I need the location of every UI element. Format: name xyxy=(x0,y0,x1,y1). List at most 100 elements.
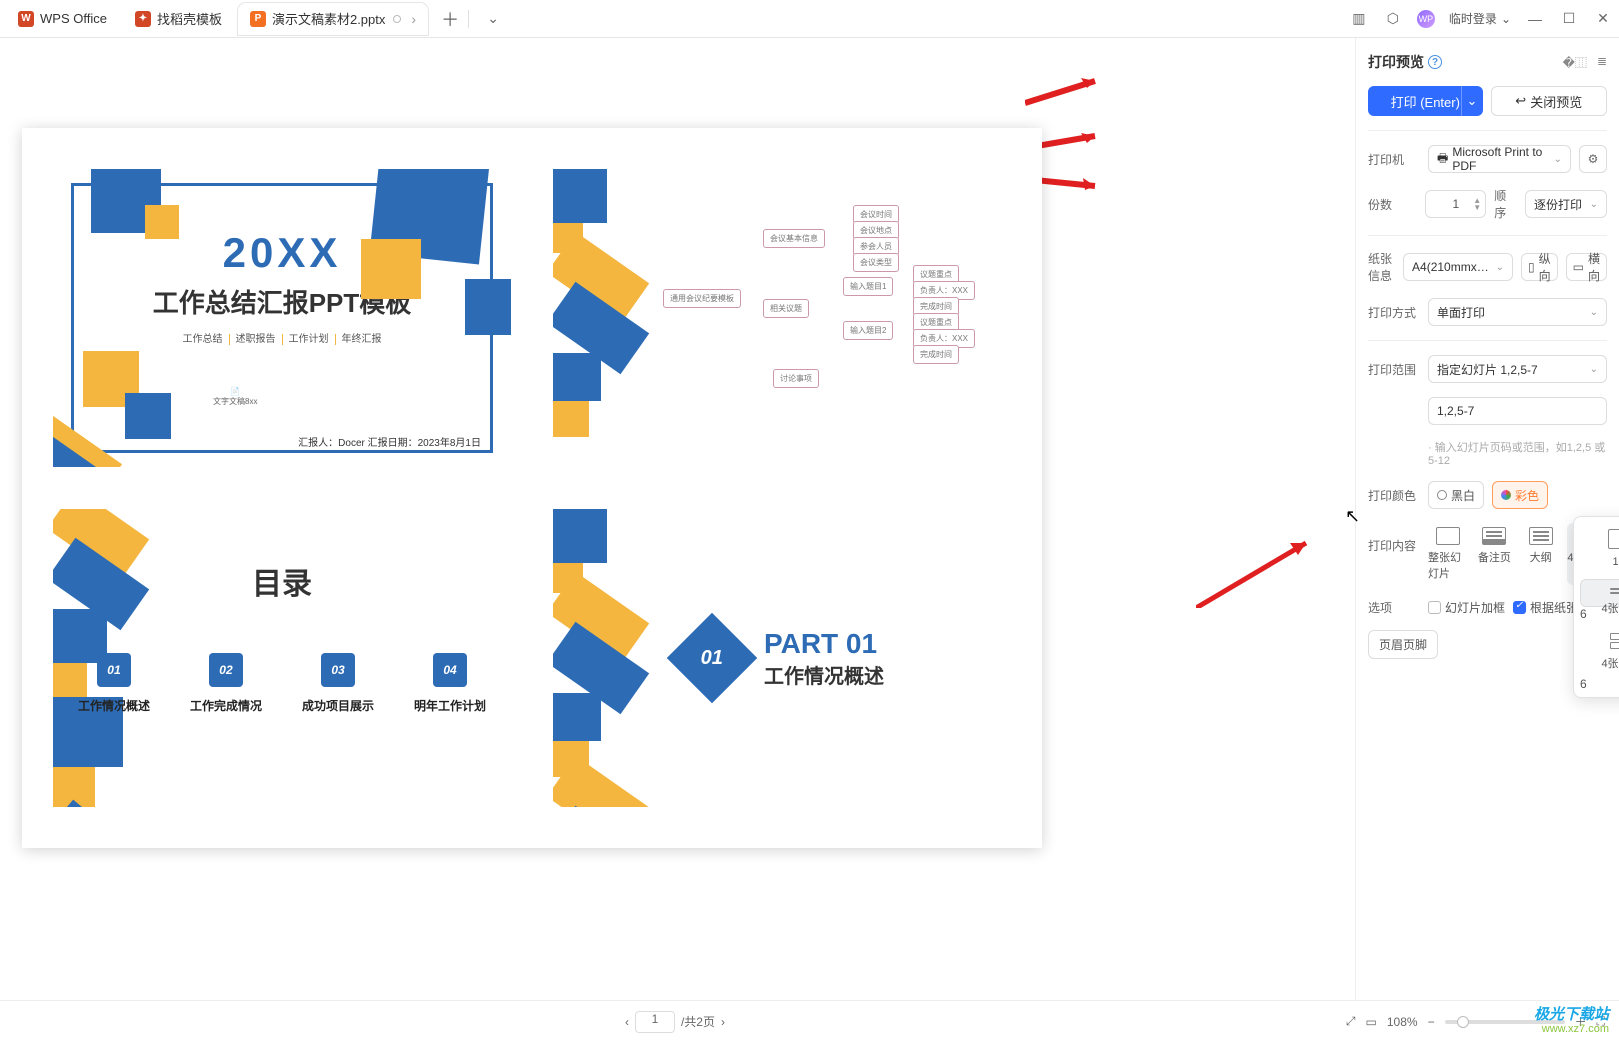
annotation-arrow-1 xyxy=(1025,78,1105,108)
content-opt-full[interactable]: 整张幻灯片 xyxy=(1428,523,1468,585)
handout-4v-side: 6 xyxy=(1580,677,1587,691)
mind-b: 相关议题 xyxy=(763,299,809,318)
fit-width-icon[interactable]: ▭ xyxy=(1366,1015,1377,1029)
order-label: 顺序 xyxy=(1494,187,1517,221)
range-select[interactable]: 指定幻灯片 1,2,5-7⌄ xyxy=(1428,355,1607,383)
content-label: 打印内容 xyxy=(1368,523,1420,554)
collate-select[interactable]: 逐份打印⌄ xyxy=(1525,190,1607,218)
slide4-en: PART 01 xyxy=(764,628,884,660)
help-icon[interactable]: ? xyxy=(1428,55,1442,69)
printer-settings-button[interactable]: ⚙ xyxy=(1579,145,1607,173)
tab-close-icon[interactable]: › xyxy=(411,11,416,27)
content-opt-outline[interactable]: 大纲 xyxy=(1521,523,1561,585)
slide3-title: 目录 xyxy=(53,559,511,603)
slide4-cn: 工作情况概述 xyxy=(764,660,884,689)
print-dropdown-icon[interactable]: ⌄ xyxy=(1461,86,1483,116)
window-minimize-icon[interactable]: — xyxy=(1525,9,1545,29)
spin-down-icon[interactable]: ▼ xyxy=(1473,204,1481,211)
chevron-down-icon: ⌄ xyxy=(1554,154,1562,165)
window-close-icon[interactable]: ✕ xyxy=(1593,9,1613,29)
new-tab-button[interactable]: ＋ xyxy=(438,7,462,31)
login-label: 临时登录 xyxy=(1449,10,1497,27)
mind-a4: 会议类型 xyxy=(853,253,899,272)
close-preview-button[interactable]: ↩ 关闭预览 xyxy=(1491,86,1608,116)
range-input[interactable]: 1,2,5-7 xyxy=(1428,397,1607,425)
reading-layout-icon[interactable]: ▥ xyxy=(1349,9,1369,29)
watermark-title: 极光下载站 xyxy=(1534,1008,1609,1022)
login-button[interactable]: 临时登录 ⌄ xyxy=(1449,10,1511,27)
header-footer-label: 页眉页脚 xyxy=(1379,638,1427,652)
printer-icon: 🖶 xyxy=(1437,149,1448,170)
orientation-portrait[interactable]: ▯纵向 xyxy=(1521,253,1558,281)
tab-app[interactable]: W WPS Office xyxy=(6,3,119,35)
chevron-down-icon: ⌄ xyxy=(1501,12,1511,26)
zoom-out-button[interactable]: − xyxy=(1428,1015,1435,1029)
slide4-num: 01 xyxy=(667,613,758,704)
copies-label: 份数 xyxy=(1368,196,1417,213)
header-footer-button[interactable]: 页眉页脚 xyxy=(1368,630,1438,659)
window-maximize-icon[interactable]: ☐ xyxy=(1559,9,1579,29)
gear-icon: ⚙ xyxy=(1588,152,1599,166)
watermark-url: www.xz7.com xyxy=(1534,1022,1609,1036)
tab-document-label: 演示文稿素材2.pptx xyxy=(272,9,385,28)
mind-b2: 输入题目2 xyxy=(843,321,893,340)
mind-a: 会议基本信息 xyxy=(763,229,825,248)
copies-value: 1 xyxy=(1452,197,1459,211)
landscape-icon: ▭ xyxy=(1573,260,1584,274)
options-label: 选项 xyxy=(1368,599,1420,616)
color-label: 打印颜色 xyxy=(1368,487,1420,504)
slide-2: 通用会议纪要模板 会议基本信息 会议时间 会议地点 参会人员 会议类型 相关议题… xyxy=(552,168,1012,468)
slide1-title: 工作总结汇报PPT模板 xyxy=(53,283,511,320)
handout-layout-popover: 1张 4张水平6 4张垂直6 xyxy=(1573,516,1619,698)
page-navigator: ‹ 1 /共2页 › xyxy=(625,1011,725,1033)
print-button[interactable]: 打印 (Enter) ⌄ xyxy=(1368,86,1483,116)
chevron-down-icon: ⌄ xyxy=(1590,364,1598,375)
color-bw-option[interactable]: 黑白 xyxy=(1428,481,1484,509)
zoom-thumb[interactable] xyxy=(1457,1016,1469,1028)
page-prev-button[interactable]: ‹ xyxy=(625,1015,629,1029)
mind-c: 讨论事项 xyxy=(773,369,819,388)
unsaved-dot-icon xyxy=(393,15,401,23)
tab-menu-button[interactable]: ⌄ xyxy=(481,7,505,31)
mouse-cursor-icon: ↖ xyxy=(1345,506,1360,527)
orientation-landscape[interactable]: ▭横向 xyxy=(1566,253,1607,281)
mind-b2c: 完成时间 xyxy=(913,345,959,364)
mind-root: 通用会议纪要模板 xyxy=(663,289,741,308)
preview-page: 20XX 工作总结汇报PPT模板 工作总结述职报告工作计划年终汇报 📄文字文稿8… xyxy=(22,128,1042,848)
user-avatar-icon[interactable]: WP xyxy=(1417,10,1435,28)
tab-templates[interactable]: ✦ 找稻壳模板 xyxy=(123,3,234,35)
layout-swap-icon[interactable]: �⿲ xyxy=(1563,54,1587,71)
tab-app-label: WPS Office xyxy=(40,11,107,26)
divider xyxy=(468,10,469,28)
mind-b1: 输入题目1 xyxy=(843,277,893,296)
option-slide-frame[interactable]: 幻灯片加框 xyxy=(1428,599,1505,616)
wps-logo-icon: W xyxy=(18,11,34,27)
handout-opt-1[interactable]: 1张 xyxy=(1580,523,1619,575)
panel-title: 打印预览 xyxy=(1368,52,1424,72)
printer-select[interactable]: 🖶Microsoft Print to PDF ⌄ xyxy=(1428,145,1571,173)
paper-size-select[interactable]: A4(210mmx…⌄ xyxy=(1403,253,1513,281)
chevron-down-icon: ⌄ xyxy=(1590,307,1598,318)
handout-opt-4v[interactable]: 4张垂直 xyxy=(1580,625,1619,677)
panel-settings-icon[interactable]: ≣ xyxy=(1597,54,1607,71)
color-color-option[interactable]: 彩色 xyxy=(1492,481,1548,509)
printer-label: 打印机 xyxy=(1368,151,1420,168)
slide1-tags: 工作总结述职报告工作计划年终汇报 xyxy=(53,330,511,345)
page-number-input[interactable]: 1 xyxy=(635,1011,675,1033)
slide-4: 01 PART 01 工作情况概述 xyxy=(552,508,1012,808)
handout-opt-4h[interactable]: 4张水平 xyxy=(1580,579,1619,607)
page-next-button[interactable]: › xyxy=(721,1015,725,1029)
content-opt-notes[interactable]: 备注页 xyxy=(1474,523,1514,585)
close-preview-label: 关闭预览 xyxy=(1530,92,1582,111)
duplex-select[interactable]: 单面打印⌄ xyxy=(1428,298,1607,326)
fit-page-icon[interactable]: ⤢ xyxy=(1346,1014,1356,1029)
range-label: 打印范围 xyxy=(1368,361,1420,378)
print-button-label: 打印 (Enter) xyxy=(1391,92,1460,111)
copies-input[interactable]: 1▲▼ xyxy=(1425,190,1486,218)
tab-document[interactable]: P 演示文稿素材2.pptx › xyxy=(238,3,428,35)
cube-icon[interactable]: ⬡ xyxy=(1383,9,1403,29)
zoom-value: 108% xyxy=(1387,1015,1418,1029)
ppt-file-icon: P xyxy=(250,11,266,27)
duplex-label: 打印方式 xyxy=(1368,304,1420,321)
portrait-icon: ▯ xyxy=(1528,260,1535,274)
